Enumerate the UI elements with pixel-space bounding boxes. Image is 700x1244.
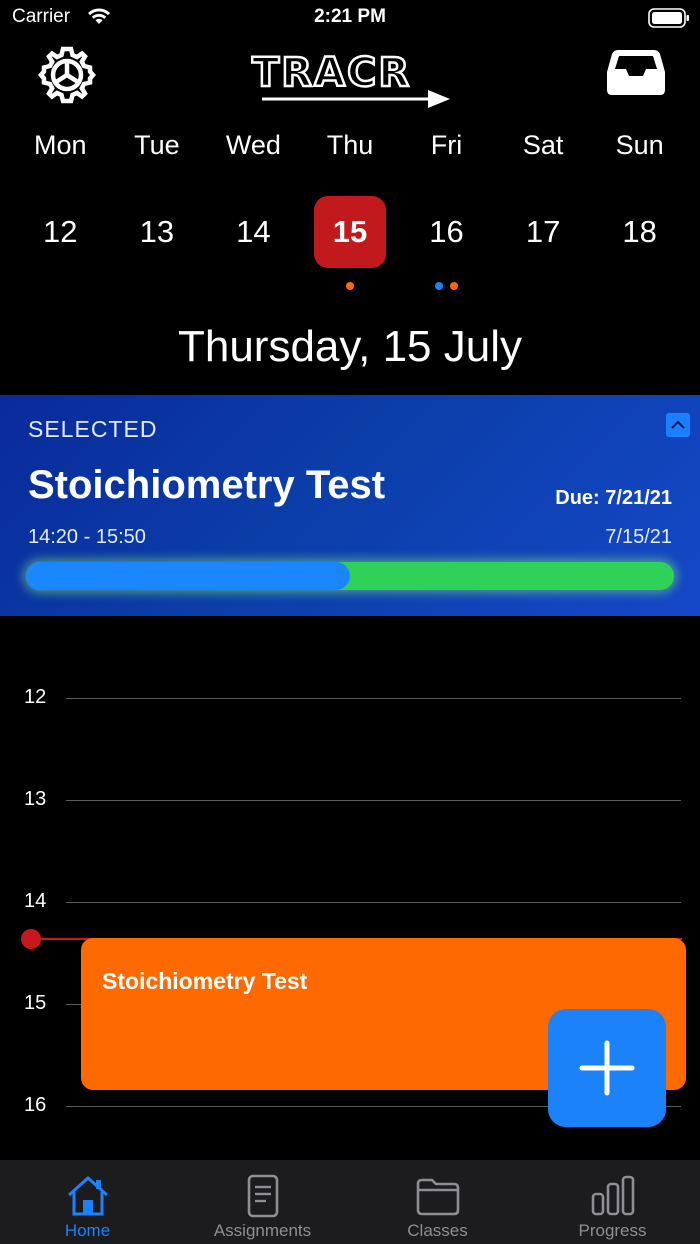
- event-dots: [398, 282, 495, 290]
- hour-label: 12: [24, 686, 47, 708]
- event-dot: [450, 282, 459, 290]
- add-button[interactable]: [548, 1009, 666, 1127]
- chevron-up-icon[interactable]: [666, 413, 690, 437]
- home-icon: [67, 1176, 108, 1216]
- day-number[interactable]: 18: [604, 196, 676, 268]
- day-number[interactable]: 12: [24, 196, 96, 268]
- day-name: Wed: [225, 130, 281, 160]
- tab-progress[interactable]: Progress: [525, 1160, 700, 1244]
- day-name: Sat: [522, 130, 564, 160]
- progress-bar-fill: [26, 562, 350, 590]
- hour-label: 14: [24, 890, 47, 912]
- logo-arrow-icon: [262, 90, 450, 108]
- day-timeline[interactable]: 12 13 14 15 16 Stoichiometry Test: [0, 616, 700, 1160]
- event-title: Stoichiometry Test: [102, 968, 308, 994]
- week-strip: Mon 12 Tue 13 Wed 14 Thu 15 Fri 16 Sat 1…: [12, 124, 688, 294]
- tab-label: Classes: [407, 1221, 468, 1240]
- tab-classes[interactable]: Classes: [350, 1160, 525, 1244]
- tab-label: Progress: [578, 1221, 647, 1240]
- card-date: 7/15/21: [605, 526, 672, 548]
- event-dots: [302, 282, 399, 290]
- day-name: Sun: [615, 130, 664, 160]
- day-number[interactable]: 17: [507, 196, 579, 268]
- inbox-icon[interactable]: [606, 48, 666, 96]
- card-time-range: 14:20 - 15:50: [28, 526, 146, 548]
- document-icon: [247, 1174, 278, 1218]
- card-label: SELECTED: [28, 416, 158, 442]
- card-title: Stoichiometry Test: [28, 463, 386, 507]
- current-time-dot: [21, 929, 41, 949]
- tab-bar: Home Assignments Classes Progress: [0, 1160, 700, 1244]
- progress-bar: [26, 562, 674, 590]
- day-thu[interactable]: Thu 15: [302, 124, 399, 294]
- day-fri[interactable]: Fri 16: [398, 124, 495, 294]
- hour-divider: [66, 698, 681, 699]
- selected-assignment-card[interactable]: SELECTED Stoichiometry Test Due: 7/21/21…: [0, 395, 700, 616]
- hour-label: 13: [24, 788, 47, 810]
- day-mon[interactable]: Mon 12: [12, 124, 109, 294]
- hour-divider: [66, 800, 681, 801]
- tab-label: Home: [64, 1221, 111, 1240]
- bar-chart-icon: [591, 1175, 634, 1216]
- day-name: Tue: [134, 130, 180, 160]
- app-header: TRACR: [0, 40, 700, 110]
- day-name: Thu: [326, 130, 374, 160]
- selected-date-title: Thursday, 15 July: [177, 322, 522, 371]
- day-number[interactable]: 16: [411, 196, 483, 268]
- day-number[interactable]: 14: [217, 196, 289, 268]
- day-wed[interactable]: Wed 14: [205, 124, 302, 294]
- status-time: 2:21 PM: [314, 6, 386, 27]
- folder-icon: [416, 1178, 459, 1216]
- day-number[interactable]: 13: [121, 196, 193, 268]
- tab-home[interactable]: Home: [0, 1160, 175, 1244]
- status-bar: Carrier 2:21 PM: [0, 0, 700, 36]
- battery-icon: [648, 8, 689, 28]
- event-dot: [435, 282, 444, 290]
- tracr-logo: TRACR: [251, 49, 452, 108]
- day-number-selected[interactable]: 15: [313, 196, 386, 268]
- tab-assignments[interactable]: Assignments: [175, 1160, 350, 1244]
- day-sat[interactable]: Sat 17: [495, 124, 592, 294]
- day-tue[interactable]: Tue 13: [109, 124, 206, 294]
- hour-label: 16: [24, 1094, 47, 1116]
- hour-divider: [66, 902, 681, 903]
- event-dot: [345, 282, 354, 290]
- day-name: Mon: [34, 130, 87, 160]
- day-name: Fri: [430, 130, 463, 160]
- tab-label: Assignments: [213, 1221, 312, 1240]
- card-due-date: Due: 7/21/21: [555, 487, 672, 509]
- gear-icon[interactable]: [36, 44, 98, 106]
- hour-label: 15: [24, 992, 47, 1014]
- day-sun[interactable]: Sun 18: [591, 124, 688, 294]
